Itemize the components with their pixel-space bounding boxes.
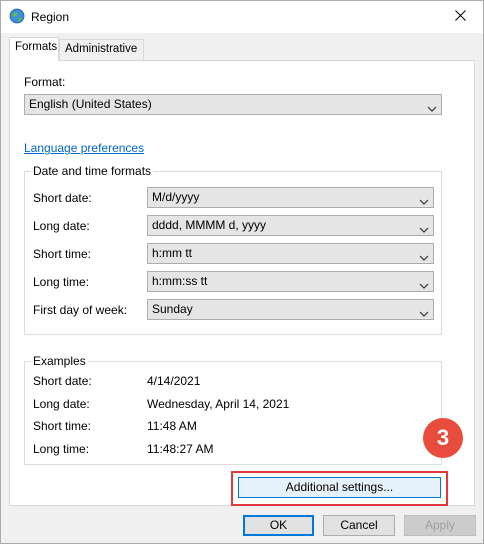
tab-formats[interactable]: Formats bbox=[9, 37, 59, 61]
short-date-value: M/d/yyyy bbox=[152, 190, 200, 204]
short-time-select[interactable]: h:mm tt bbox=[147, 243, 434, 264]
globe-region-icon bbox=[9, 8, 25, 24]
step-number-badge: 3 bbox=[423, 418, 463, 458]
ok-button[interactable]: OK bbox=[243, 515, 314, 536]
chevron-down-icon bbox=[419, 277, 429, 289]
long-date-value: dddd, MMMM d, yyyy bbox=[152, 218, 267, 232]
chevron-down-icon bbox=[419, 221, 429, 233]
example-short-date-label: Short date: bbox=[33, 374, 92, 388]
formats-panel: Format: English (United States) Language… bbox=[9, 60, 475, 506]
short-time-label: Short time: bbox=[33, 247, 92, 261]
example-short-date-value: 4/14/2021 bbox=[147, 374, 201, 388]
chevron-down-icon bbox=[419, 193, 429, 205]
chevron-down-icon bbox=[427, 100, 437, 112]
example-short-time-label: Short time: bbox=[33, 419, 92, 433]
long-time-select[interactable]: h:mm:ss tt bbox=[147, 271, 434, 292]
short-date-select[interactable]: M/d/yyyy bbox=[147, 187, 434, 208]
chevron-down-icon bbox=[419, 305, 429, 317]
first-day-of-week-value: Sunday bbox=[152, 302, 193, 316]
group-title-examples: Examples bbox=[31, 354, 88, 368]
language-preferences-link[interactable]: Language preferences bbox=[24, 141, 144, 155]
title-bar: Region bbox=[1, 1, 483, 33]
window-title: Region bbox=[31, 10, 70, 24]
long-date-select[interactable]: dddd, MMMM d, yyyy bbox=[147, 215, 434, 236]
date-time-formats-group: Date and time formats Short date: M/d/yy… bbox=[24, 164, 442, 335]
chevron-down-icon bbox=[419, 249, 429, 261]
long-time-label: Long time: bbox=[33, 275, 90, 289]
first-day-of-week-label: First day of week: bbox=[33, 303, 128, 317]
example-long-time-label: Long time: bbox=[33, 442, 90, 456]
close-button[interactable] bbox=[437, 1, 483, 32]
region-dialog: Region Formats Administrative Format: En… bbox=[0, 0, 484, 544]
first-day-of-week-select[interactable]: Sunday bbox=[147, 299, 434, 320]
tab-administrative[interactable]: Administrative bbox=[59, 39, 144, 60]
close-icon bbox=[454, 9, 466, 24]
apply-button[interactable]: Apply bbox=[404, 515, 476, 536]
example-short-time-value: 11:48 AM bbox=[147, 419, 197, 433]
example-long-date-value: Wednesday, April 14, 2021 bbox=[147, 397, 290, 411]
group-title-date-time-formats: Date and time formats bbox=[31, 164, 154, 178]
format-select[interactable]: English (United States) bbox=[24, 94, 442, 115]
long-time-value: h:mm:ss tt bbox=[152, 274, 208, 288]
format-label: Format: bbox=[24, 75, 66, 89]
format-select-value: English (United States) bbox=[29, 97, 152, 111]
additional-settings-button[interactable]: Additional settings... bbox=[238, 477, 441, 498]
long-date-label: Long date: bbox=[33, 219, 90, 233]
examples-group: Examples Short date: 4/14/2021 Long date… bbox=[24, 354, 442, 465]
cancel-button[interactable]: Cancel bbox=[323, 515, 395, 536]
example-long-time-value: 11:48:27 AM bbox=[147, 442, 214, 456]
short-time-value: h:mm tt bbox=[152, 246, 193, 260]
short-date-label: Short date: bbox=[33, 191, 92, 205]
example-long-date-label: Long date: bbox=[33, 397, 90, 411]
